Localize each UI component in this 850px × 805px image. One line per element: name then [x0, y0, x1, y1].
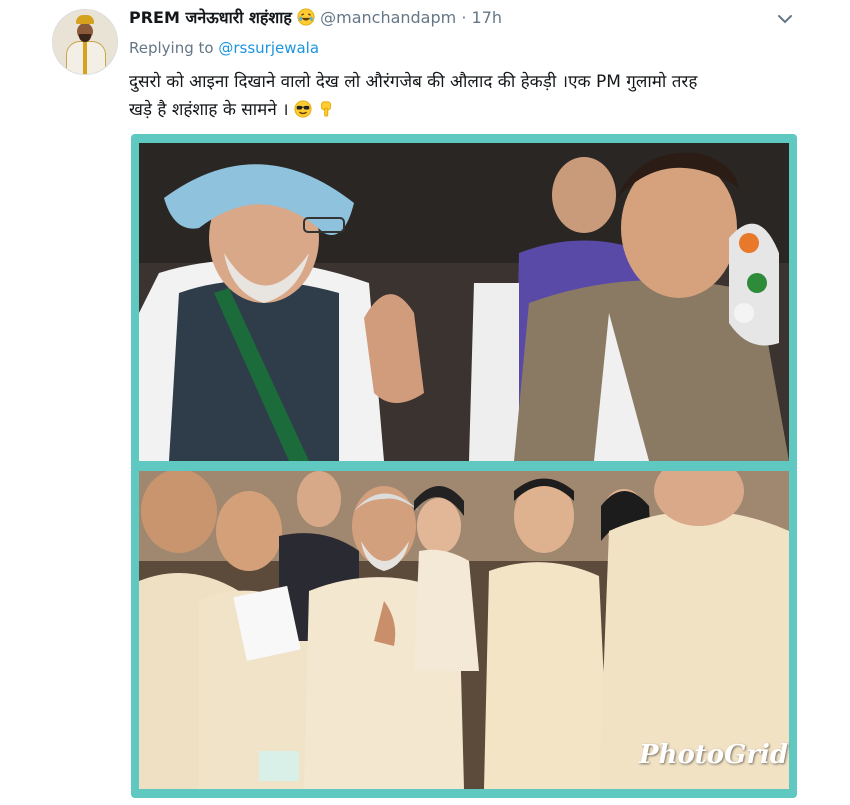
sunglasses-emoji-icon: [294, 100, 312, 118]
chevron-down-icon[interactable]: [775, 9, 795, 29]
replying-to: Replying to @rssurjewala: [129, 39, 319, 57]
user-handle[interactable]: @manchandapm: [320, 8, 456, 27]
photo-panel-top: [139, 143, 789, 461]
laughing-emoji-icon: [297, 8, 315, 26]
display-name[interactable]: PREM जनेऊधारी शहंशाह: [129, 8, 292, 27]
tweet-text-line-2: खड़े है शहंशाह के सामने ।: [129, 96, 789, 124]
tweet-photo[interactable]: PhotoGrid: [131, 134, 797, 798]
avatar[interactable]: [52, 9, 118, 75]
tweet-text-line-2-content: खड़े है शहंशाह के सामने ।: [129, 100, 289, 120]
photogrid-watermark: PhotoGrid: [639, 740, 789, 770]
dot-separator: ·: [461, 8, 467, 27]
avatar-sash: [83, 41, 87, 74]
replying-handle-link[interactable]: @rssurjewala: [218, 39, 319, 57]
avatar-turban: [76, 15, 94, 24]
replying-prefix: Replying to: [129, 39, 214, 57]
tweet-header: PREM जनेऊधारी शहंशाह @manchandapm · 17h: [129, 6, 502, 30]
photo-top-image: [139, 143, 789, 461]
tweet[interactable]: PREM जनेऊधारी शहंशाह @manchandapm · 17h …: [0, 0, 850, 805]
tweet-text-line-1: दुसरो को आइना दिखाने वालो देख लो औरंगजेब…: [129, 72, 698, 92]
pointing-down-emoji-icon: [321, 101, 332, 117]
tweet-text: दुसरो को आइना दिखाने वालो देख लो औरंगजेब…: [129, 68, 789, 124]
tweet-timestamp[interactable]: 17h: [472, 8, 503, 27]
